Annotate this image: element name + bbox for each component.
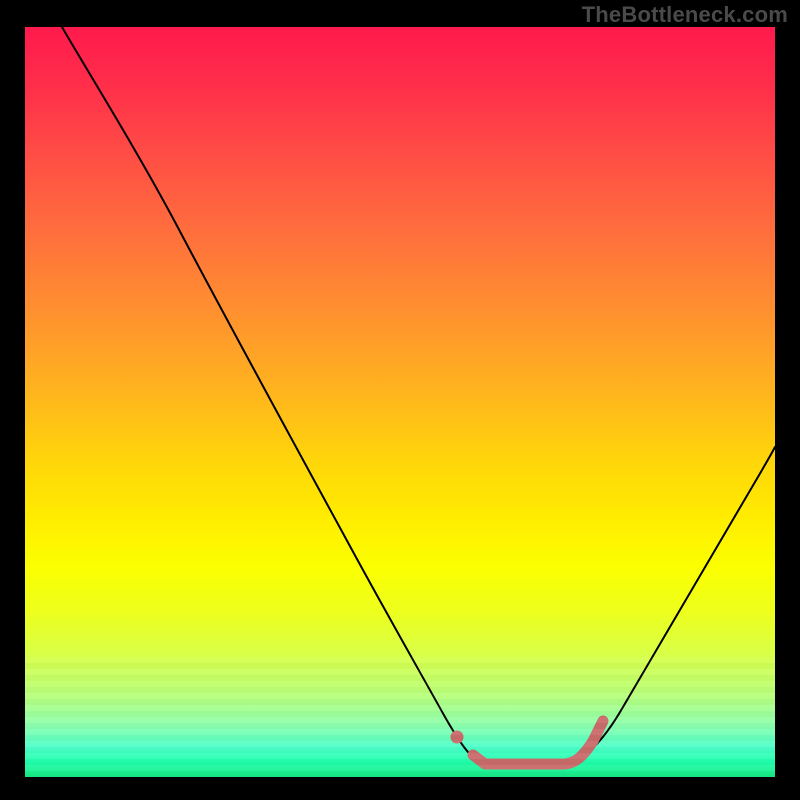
optimal-range-marker [473,721,603,764]
chart-frame: TheBottleneck.com [0,0,800,800]
attribution-text: TheBottleneck.com [582,2,788,28]
curve-layer [25,27,775,777]
optimal-start-dot [451,731,464,744]
bottleneck-curve [62,27,775,764]
plot-area [25,27,775,777]
